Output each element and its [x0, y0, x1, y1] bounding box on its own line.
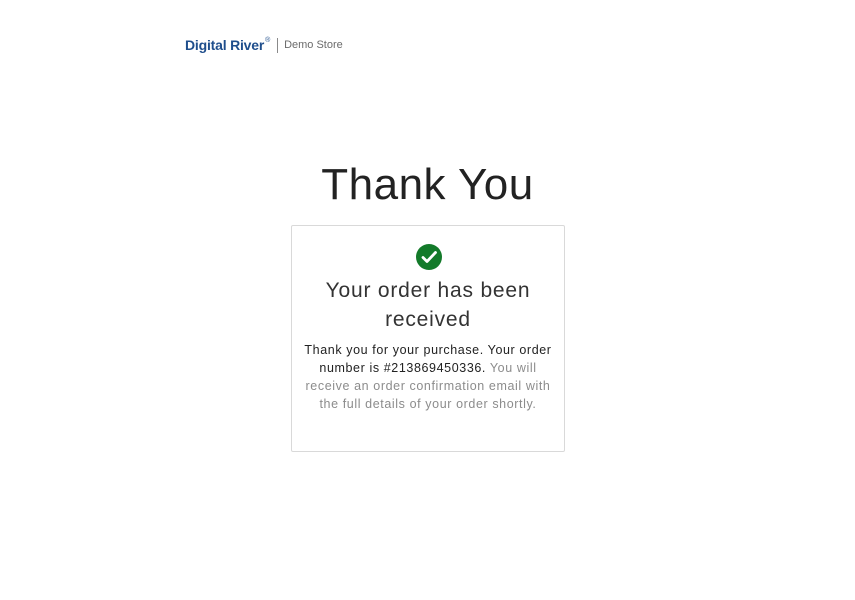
order-received-heading: Your order has been received [325, 279, 531, 331]
order-confirmation-page: Digital River® Demo Store Thank You Your… [0, 0, 855, 600]
store-header: Digital River® Demo Store [185, 36, 343, 54]
page-title: Thank You [321, 160, 534, 209]
store-label: Demo Store [284, 39, 343, 51]
check-circle-icon [416, 244, 442, 270]
logo-divider [277, 37, 279, 53]
order-confirmation-card: Your order has been received Thank you f… [291, 225, 565, 452]
digital-river-logo[interactable]: Digital River® [185, 37, 270, 53]
logo-registered-mark: ® [265, 37, 271, 44]
order-message: Thank you for your purchase. Your order … [304, 341, 552, 413]
logo-brand-text: Digital River [185, 37, 265, 53]
